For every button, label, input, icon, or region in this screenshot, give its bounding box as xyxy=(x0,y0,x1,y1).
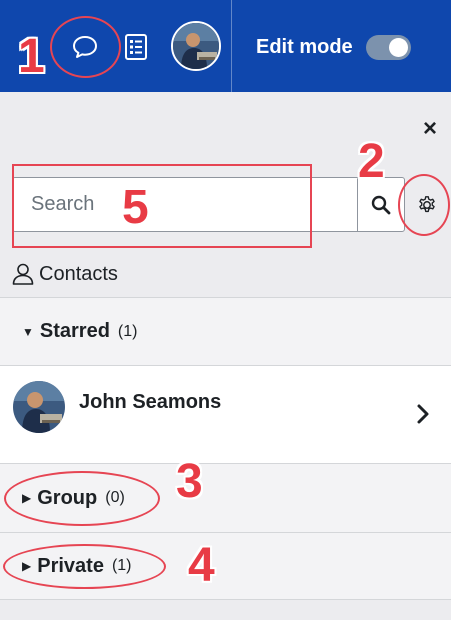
user-avatar-image xyxy=(173,23,219,69)
gear-icon xyxy=(419,195,435,212)
search-button[interactable] xyxy=(357,177,405,232)
contact-name: John Seamons xyxy=(79,391,222,413)
private-title: Private xyxy=(37,554,104,577)
messaging-settings-button[interactable] xyxy=(405,177,449,232)
search-icon xyxy=(371,195,391,214)
caret-right-icon: ▶ xyxy=(22,559,32,573)
toggle-knob xyxy=(389,38,408,57)
chevron-right-icon xyxy=(417,404,429,424)
close-drawer-button[interactable]: × xyxy=(418,116,442,142)
nav-divider xyxy=(231,0,232,92)
user-outline-icon xyxy=(12,263,34,285)
private-count: (1) xyxy=(111,557,132,574)
group-count: (0) xyxy=(105,489,125,506)
list-document-icon xyxy=(125,34,147,60)
speech-bubble-icon xyxy=(73,36,97,58)
caret-right-icon: ▶ xyxy=(22,491,32,505)
group-section: ▶ Group (0) xyxy=(0,463,451,532)
messages-toggle-button[interactable] xyxy=(64,27,106,67)
contact-avatar-image xyxy=(13,381,65,433)
contact-avatar xyxy=(13,381,65,433)
starred-count: (1) xyxy=(117,322,138,340)
starred-title: Starred xyxy=(39,320,110,342)
contact-row[interactable]: John Seamons xyxy=(0,365,451,463)
private-section-header[interactable]: ▶ Private (1) xyxy=(0,533,451,599)
starred-section: ▼ Starred (1) xyxy=(0,297,451,365)
top-navbar: Edit mode xyxy=(0,0,451,92)
group-title: Group xyxy=(37,486,98,509)
user-avatar-menu[interactable] xyxy=(171,21,221,71)
private-section: ▶ Private (1) xyxy=(0,532,451,600)
caret-down-icon: ▼ xyxy=(22,324,34,339)
group-section-header[interactable]: ▶ Group (0) xyxy=(0,464,451,532)
edit-mode-label: Edit mode xyxy=(256,36,353,58)
course-index-button[interactable] xyxy=(120,30,152,64)
search-input[interactable] xyxy=(12,177,358,232)
edit-mode-toggle[interactable] xyxy=(366,35,411,60)
starred-section-header[interactable]: ▼ Starred (1) xyxy=(0,298,451,365)
contacts-label: Contacts xyxy=(39,262,118,285)
contacts-link[interactable]: Contacts xyxy=(11,262,118,286)
